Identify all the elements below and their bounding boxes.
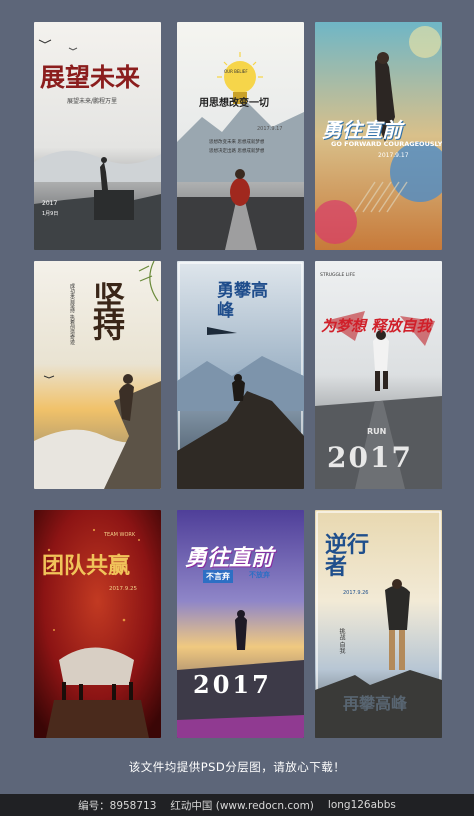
poster-1[interactable]: 展望未来 展望未来/鹏程万里 2017 1月9日 [34,22,161,250]
poster-5-title: 勇攀高峰 [217,281,268,321]
poster-2-line2: 思想决定出路 思想成就梦想 [209,149,265,154]
poster-3-title: 勇往直前 [322,118,402,142]
poster-2-line1: 思想改变未来 思想成就梦想 [209,140,265,145]
poster-7-english: TEAM WORK [104,532,136,538]
poster-6-run: RUN [367,427,387,436]
poster-3[interactable]: 勇往直前 GO FORWARD COURAGEOUSLY 2017.9.17 [315,22,442,250]
footer-bar: 编号：8958713 红动中国 (www.redocn.com) long126… [0,794,474,816]
poster-7-art [34,510,161,738]
footer-site[interactable]: 红动中国 (www.redocn.com) [170,798,314,813]
poster-6-title: 为梦想 释放自我 [321,317,432,335]
poster-9-title: 逆行者 [325,532,370,580]
footer-user[interactable]: long126abbs [328,799,396,811]
poster-8-tag1: 不言弃 [203,570,233,583]
poster-9-bottom: 再攀高峰 [343,694,408,713]
poster-8[interactable]: 勇往直前 不言弃 不放弃 2017 [177,510,304,738]
poster-6-badge: STRUGGLE LIFE [320,273,356,278]
poster-8-title: 勇往直前 [185,545,274,571]
poster-2-slogan: OUR BELIEF [224,69,248,74]
poster-9-side: 挑战 自我 [338,628,345,654]
poster-6[interactable]: STRUGGLE LIFE 为梦想 释放自我 RUN 2017 [315,261,442,489]
poster-2-date: 2017.9.17 [257,126,283,132]
poster-4-verse: 成功来自坚持 执着创造奇迹 [69,283,75,345]
poster-8-tag2: 不放弃 [249,571,270,579]
poster-7-date: 2017.9.25 [109,586,137,592]
poster-3-english: GO FORWARD COURAGEOUSLY [331,140,442,148]
poster-1-year: 2017 [42,200,58,207]
poster-1-date: 1月9日 [42,211,59,217]
poster-4[interactable]: 坚持 成功来自坚持 执着创造奇迹 [34,261,161,489]
poster-7[interactable]: TEAM WORK 团队共赢 2017.9.25 [34,510,161,738]
poster-9[interactable]: 逆行者 2017.9.26 挑战 自我 再攀高峰 [315,510,442,738]
poster-2-art [177,22,304,250]
poster-9-date: 2017.9.26 [343,590,369,596]
poster-3-date: 2017.9.17 [378,152,409,159]
poster-1-subtitle: 展望未来/鹏程万里 [67,98,118,105]
download-notice: 该文件均提供PSD分层图，请放心下载！ [128,760,346,774]
poster-1-title: 展望未来 [40,63,141,92]
poster-4-title: 坚持 [88,281,126,337]
footer-id: 编号：8958713 [78,799,157,812]
poster-2[interactable]: OUR BELIEF 用思想改变一切 2017.9.17 思想改变未来 思想成就… [177,22,304,250]
poster-7-title: 团队共赢 [42,553,131,579]
poster-6-road: 2017 [327,441,413,474]
poster-2-title: 用思想改变一切 [199,98,269,109]
poster-5[interactable]: 勇攀高峰 [177,261,304,489]
poster-8-year: 2017 [193,670,272,699]
